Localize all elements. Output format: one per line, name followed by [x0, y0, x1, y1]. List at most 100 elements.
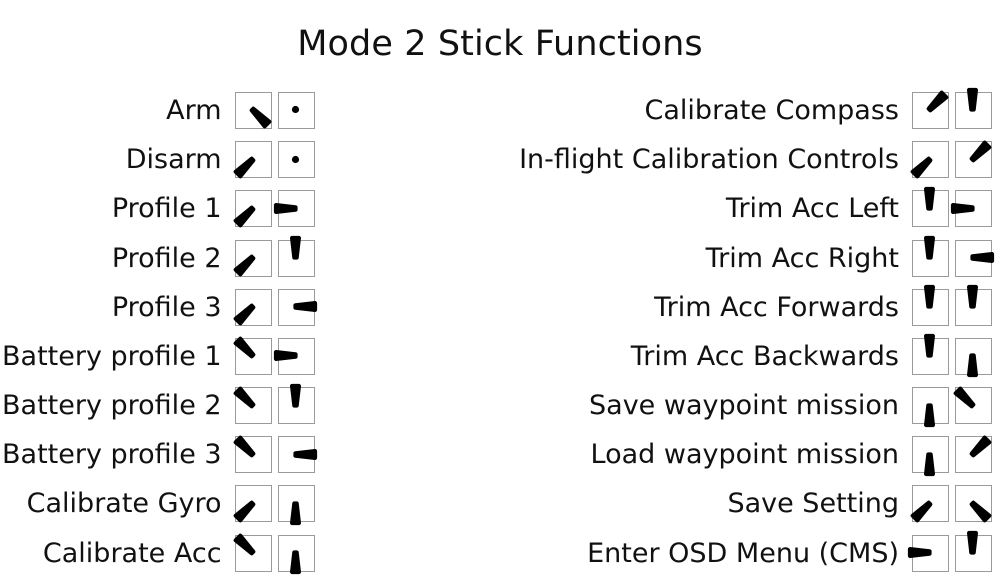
stick-position-pair: [911, 485, 992, 523]
right-stick-up-left-icon: [954, 386, 992, 425]
right-stick-left-icon: [951, 190, 992, 228]
function-label: Arm: [166, 94, 222, 126]
stick-function-row: Calibrate Compass: [519, 86, 992, 135]
page-title: Mode 2 Stick Functions: [297, 24, 703, 65]
right-stick-up-right-icon: [955, 435, 992, 474]
left-stick-down-icon: [912, 387, 949, 427]
stick-position-pair: [233, 190, 315, 228]
stick-function-row: Trim Acc Right: [519, 233, 995, 282]
right-stick-down-icon: [277, 485, 315, 525]
function-label: Enter OSD Menu (CMS): [587, 537, 899, 569]
stick-function-row: Save Setting: [519, 479, 992, 528]
left-stick-down-left-icon: [233, 485, 272, 523]
stick-position-pair: [233, 235, 315, 277]
stick-function-row: Disarm: [2, 135, 315, 184]
stick-function-row: Profile 1: [2, 184, 315, 233]
right-stick-down-right-icon: [955, 485, 992, 523]
left-stick-down-right-icon: [234, 91, 272, 129]
stick-position-pair: [912, 334, 992, 378]
function-label: Trim Acc Forwards: [654, 291, 899, 323]
stick-position-pair: [912, 386, 992, 427]
right-stick-up-icon: [955, 285, 992, 326]
left-column: Arm Disarm Profile 1 Profile 2 Profile 3 Batt…: [2, 86, 318, 578]
stick-function-row: Trim Acc Forwards: [519, 283, 992, 332]
stick-position-pair: [233, 485, 315, 525]
left-stick-up-icon: [912, 334, 949, 375]
function-label: Battery profile 3: [2, 439, 222, 471]
right-stick-down-icon: [955, 337, 992, 378]
left-stick-up-icon: [912, 235, 949, 277]
stick-function-row: Battery profile 3: [2, 430, 318, 479]
function-label: Profile 3: [111, 291, 222, 323]
right-stick-up-right-icon: [955, 140, 992, 179]
right-stick-down-icon: [277, 534, 315, 575]
function-label: Trim Acc Left: [725, 193, 899, 225]
stick-position-pair: [233, 336, 315, 375]
left-stick-up-left-icon: [233, 386, 272, 425]
stick-position-pair: [233, 533, 315, 575]
stick-position-pair: [233, 141, 315, 179]
right-stick-center-icon: [277, 91, 315, 129]
stick-position-pair: [912, 435, 992, 476]
left-stick-left-icon: [908, 534, 949, 572]
function-label: Save Setting: [727, 488, 899, 520]
left-stick-up-icon: [912, 285, 949, 326]
stick-position-pair: [234, 91, 315, 129]
function-label: Trim Acc Backwards: [630, 340, 899, 372]
left-stick-up-left-icon: [233, 336, 272, 375]
function-label: Profile 1: [111, 193, 222, 225]
function-label: Calibrate Gyro: [26, 488, 222, 520]
stick-function-row: Calibrate Gyro: [2, 479, 315, 528]
left-stick-up-left-icon: [233, 435, 272, 474]
function-label: Trim Acc Right: [705, 242, 899, 274]
stick-function-row: Save waypoint mission: [519, 381, 992, 430]
left-stick-down-left-icon: [233, 141, 272, 179]
right-stick-left-icon: [273, 190, 315, 228]
stick-function-chart: Arm Disarm Profile 1 Profile 2 Profile 3 Batt…: [0, 86, 1000, 578]
stick-function-row: Enter OSD Menu (CMS): [519, 529, 992, 578]
function-label: Calibrate Compass: [644, 94, 899, 126]
stick-function-row: Trim Acc Backwards: [519, 332, 992, 381]
left-stick-up-right-icon: [912, 91, 949, 129]
stick-position-pair: [912, 285, 992, 326]
stick-position-pair: [912, 186, 992, 228]
function-label: Battery profile 2: [2, 390, 222, 422]
function-label: Battery profile 1: [2, 340, 222, 372]
right-stick-up-icon: [955, 88, 992, 129]
function-label: Calibrate Acc: [42, 537, 222, 569]
stick-position-pair: [912, 235, 995, 277]
stick-position-pair: [233, 288, 318, 326]
left-stick-down-left-icon: [911, 485, 949, 523]
stick-function-row: Profile 2: [2, 233, 315, 282]
right-stick-up-icon: [277, 383, 315, 425]
stick-function-row: Load waypoint mission: [519, 430, 992, 479]
stick-function-row: Battery profile 1: [2, 332, 315, 381]
left-stick-down-left-icon: [911, 141, 949, 179]
stick-position-pair: [233, 383, 315, 425]
stick-function-row: Profile 3: [2, 283, 318, 332]
stick-function-row: Battery profile 2: [2, 381, 315, 430]
function-label: Disarm: [125, 144, 222, 176]
left-stick-down-left-icon: [233, 190, 272, 228]
left-stick-down-left-icon: [233, 288, 272, 326]
left-stick-down-icon: [912, 436, 949, 476]
function-label: In-flight Calibration Controls: [519, 144, 899, 176]
stick-position-pair: [911, 140, 992, 179]
right-stick-left-icon: [273, 337, 315, 375]
left-stick-up-left-icon: [233, 533, 272, 572]
stick-position-pair: [912, 88, 992, 129]
right-stick-right-icon: [955, 239, 995, 277]
left-stick-up-icon: [912, 186, 949, 228]
stick-position-pair: [233, 435, 318, 474]
stick-function-row: In-flight Calibration Controls: [519, 135, 992, 184]
stick-position-pair: [908, 530, 992, 572]
stick-function-row: Trim Acc Left: [519, 184, 992, 233]
stick-function-row: Calibrate Acc: [2, 529, 315, 578]
function-label: Save waypoint mission: [589, 390, 899, 422]
right-stick-right-icon: [277, 436, 318, 474]
stick-function-row: Arm: [2, 86, 315, 135]
function-label: Load waypoint mission: [590, 439, 899, 471]
right-stick-up-icon: [955, 530, 992, 572]
left-stick-down-left-icon: [233, 239, 272, 277]
right-stick-up-icon: [277, 235, 315, 277]
